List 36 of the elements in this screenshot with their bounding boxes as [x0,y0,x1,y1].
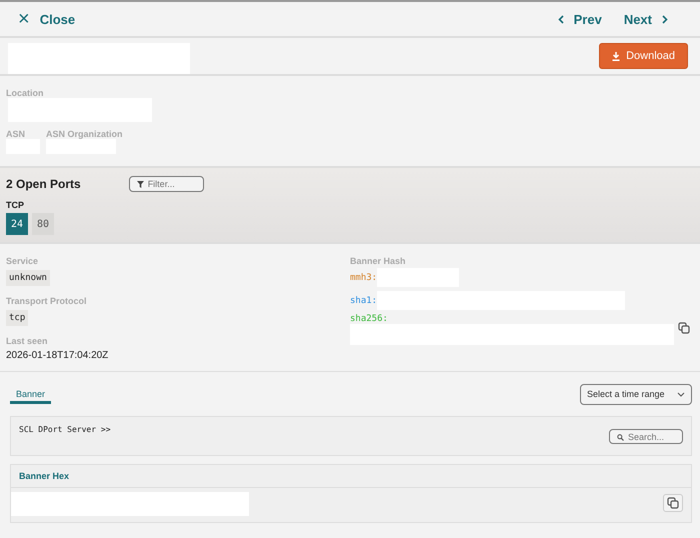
filter-icon [136,181,144,188]
service-value: unknown [6,270,50,286]
port-tab[interactable]: 80 [32,213,54,235]
field-label: Last seen [6,336,48,346]
filter-field[interactable]: Filter... [128,176,204,192]
chevron-left-icon [558,14,564,24]
time-range-select[interactable]: Select a time range [580,384,692,404]
last-seen-value: 2026-01-18T17:04:20Z [6,350,108,361]
field-label: ASN Organization [46,129,123,139]
field-label: Location [6,88,44,98]
hash-label: sha256: [350,314,388,324]
close-button[interactable]: × Close [18,8,76,30]
protocol-label: TCP [6,200,25,210]
field-label: Transport Protocol [6,296,87,306]
field-label: Service [6,256,38,266]
field-label: ASN [6,129,26,139]
copy-icon[interactable] [667,497,679,509]
banner-text: SCL DPort Server >> [19,425,111,436]
ports-title: 2 Open Ports [6,177,81,191]
banner-tab[interactable]: Banner [10,387,52,404]
port-tab[interactable]: 24 [6,213,28,235]
copy-icon[interactable] [678,322,690,334]
search-icon [617,434,624,441]
field-label: Banner Hash [350,256,406,266]
hash-label: sha1: [350,296,378,306]
download-button[interactable]: Download [599,43,688,69]
hex-title: Banner Hex [11,465,691,488]
copy-button[interactable] [663,494,683,512]
prev-button[interactable]: Prev [558,12,602,26]
hash-label: mmh3: [350,272,378,282]
chevron-down-icon [677,392,685,396]
chevron-right-icon [662,14,668,24]
download-icon [612,52,620,60]
next-button[interactable]: Next [624,12,668,26]
search-field[interactable]: Search... [609,429,683,444]
transport-value: tcp [6,310,28,326]
